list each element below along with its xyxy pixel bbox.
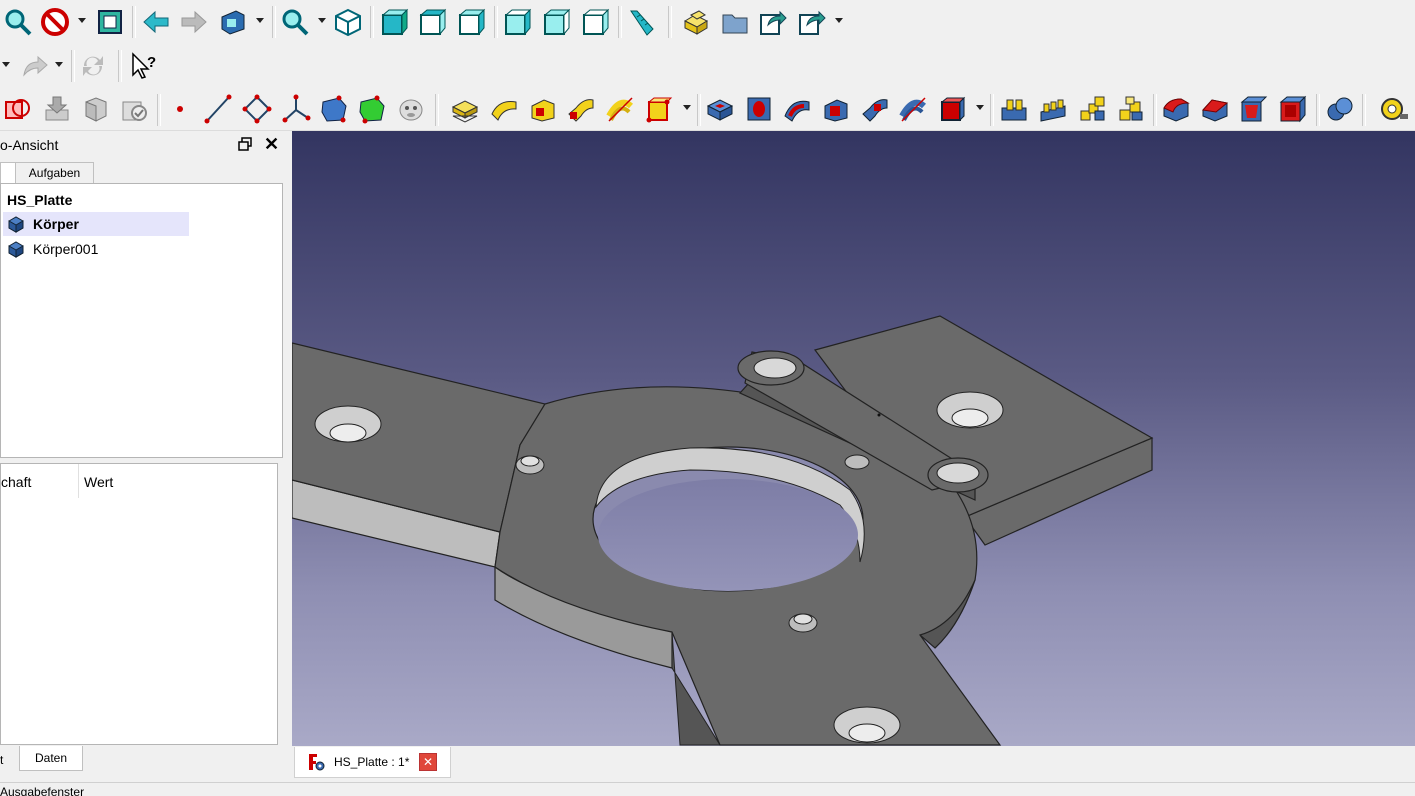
- float-panel-icon[interactable]: [238, 137, 252, 151]
- bounding-box-icon[interactable]: [95, 7, 125, 37]
- forward-arrow-icon[interactable]: [179, 7, 209, 37]
- whats-this-icon[interactable]: ?: [129, 51, 159, 81]
- additive-pipe-icon[interactable]: [566, 94, 596, 124]
- model-tree: HS_Platte Körper Körper001: [0, 183, 283, 458]
- std-views-icon[interactable]: [218, 7, 248, 37]
- create-body-icon[interactable]: [3, 94, 33, 124]
- tab-data-properties[interactable]: Daten: [19, 746, 83, 771]
- value-column-header[interactable]: Wert: [84, 474, 113, 490]
- map-sketch-icon[interactable]: [396, 94, 426, 124]
- clone-icon[interactable]: [80, 94, 110, 124]
- back-arrow-icon[interactable]: [141, 7, 171, 37]
- draw-style-icon[interactable]: [40, 7, 70, 37]
- additive-helix-icon[interactable]: [605, 94, 635, 124]
- column-divider[interactable]: [78, 464, 79, 498]
- datum-plane-icon[interactable]: [242, 94, 272, 124]
- multi-transform-icon[interactable]: [1116, 94, 1146, 124]
- local-cs-icon[interactable]: [281, 94, 311, 124]
- property-column-header[interactable]: chaft: [1, 474, 31, 490]
- toolbar-view: [0, 0, 1415, 45]
- status-text: Ausgabefenster: [0, 785, 85, 796]
- property-editor: chaft Wert: [0, 463, 278, 745]
- edit-sketch-icon[interactable]: [357, 94, 387, 124]
- view-isometric-icon[interactable]: [333, 7, 363, 37]
- shape-binder-icon[interactable]: [42, 94, 72, 124]
- subtractive-pipe-icon[interactable]: [860, 94, 890, 124]
- measure-tape-icon[interactable]: [1378, 94, 1408, 124]
- view-top-icon[interactable]: [418, 7, 448, 37]
- chevron-down-icon[interactable]: [55, 62, 63, 67]
- datum-point-icon[interactable]: [165, 94, 195, 124]
- zoom-icon[interactable]: [280, 7, 310, 37]
- view-right-icon[interactable]: [457, 7, 487, 37]
- document-tab-label: HS_Platte : 1*: [334, 755, 410, 769]
- subtractive-loft-icon[interactable]: [821, 94, 851, 124]
- chevron-down-icon[interactable]: [835, 18, 843, 23]
- 3d-viewport[interactable]: [292, 131, 1415, 746]
- create-link-icon[interactable]: [758, 7, 788, 37]
- chevron-down-icon[interactable]: [683, 105, 691, 110]
- toolbar-partdesign: [0, 88, 1415, 131]
- link-actions-icon[interactable]: [797, 7, 827, 37]
- close-panel-icon[interactable]: ✕: [264, 134, 279, 155]
- create-sketch-icon[interactable]: [319, 94, 349, 124]
- part-model: [292, 315, 1154, 746]
- subtractive-primitive-icon[interactable]: [937, 94, 967, 124]
- create-group-icon[interactable]: [720, 7, 750, 37]
- body-icon: [7, 241, 24, 258]
- chevron-down-icon[interactable]: [256, 18, 264, 23]
- tree-root-document[interactable]: HS_Platte: [7, 188, 72, 212]
- datum-line-icon[interactable]: [203, 94, 233, 124]
- body-icon: [7, 216, 24, 233]
- additive-primitive-icon[interactable]: [644, 94, 674, 124]
- freecad-document-icon: [307, 753, 325, 771]
- toolbar-edit: ?: [0, 44, 1415, 89]
- pad-icon[interactable]: [450, 94, 480, 124]
- validate-sketch-icon[interactable]: [119, 94, 149, 124]
- chevron-down-icon[interactable]: [318, 18, 326, 23]
- view-front-icon[interactable]: [380, 7, 410, 37]
- combo-view-panel: o-Ansicht ✕ Aufgaben HS_Platte Körper Kö…: [0, 131, 290, 779]
- draft-icon[interactable]: [1239, 94, 1269, 124]
- create-part-icon[interactable]: [681, 7, 711, 37]
- redo-icon[interactable]: [20, 51, 50, 81]
- status-bar: Ausgabefenster: [0, 782, 1415, 796]
- pocket-icon[interactable]: [705, 94, 735, 124]
- tree-item-label: Körper: [33, 216, 79, 232]
- fillet-icon[interactable]: [1161, 94, 1191, 124]
- fit-all-icon[interactable]: [3, 7, 33, 37]
- document-tab-bar: HS_Platte : 1* ✕: [292, 746, 1415, 780]
- measure-distance-icon[interactable]: [625, 7, 655, 37]
- revolution-icon[interactable]: [489, 94, 519, 124]
- svg-text:?: ?: [147, 54, 156, 71]
- chevron-down-icon[interactable]: [976, 105, 984, 110]
- refresh-icon[interactable]: [78, 51, 108, 81]
- hole-icon[interactable]: [744, 94, 774, 124]
- mirrored-icon[interactable]: [999, 94, 1029, 124]
- additive-loft-icon[interactable]: [528, 94, 558, 124]
- tab-view-properties[interactable]: t: [0, 748, 18, 772]
- combo-view-title: o-Ansicht: [0, 137, 59, 153]
- polar-pattern-icon[interactable]: [1077, 94, 1107, 124]
- thickness-icon[interactable]: [1278, 94, 1308, 124]
- view-left-icon[interactable]: [581, 7, 611, 37]
- subtractive-helix-icon[interactable]: [898, 94, 928, 124]
- tree-item-label: Körper001: [33, 241, 99, 257]
- chamfer-icon[interactable]: [1200, 94, 1230, 124]
- view-rear-icon[interactable]: [503, 7, 533, 37]
- groove-icon[interactable]: [782, 94, 812, 124]
- close-document-icon[interactable]: ✕: [419, 753, 437, 771]
- tab-model[interactable]: [0, 162, 16, 184]
- chevron-down-icon[interactable]: [2, 62, 10, 67]
- document-tab[interactable]: HS_Platte : 1* ✕: [294, 747, 451, 778]
- tree-item-body[interactable]: Körper: [3, 212, 189, 236]
- linear-pattern-icon[interactable]: [1038, 94, 1068, 124]
- tab-tasks[interactable]: Aufgaben: [15, 162, 94, 184]
- view-bottom-icon[interactable]: [542, 7, 572, 37]
- chevron-down-icon[interactable]: [78, 18, 86, 23]
- boolean-icon[interactable]: [1325, 94, 1355, 124]
